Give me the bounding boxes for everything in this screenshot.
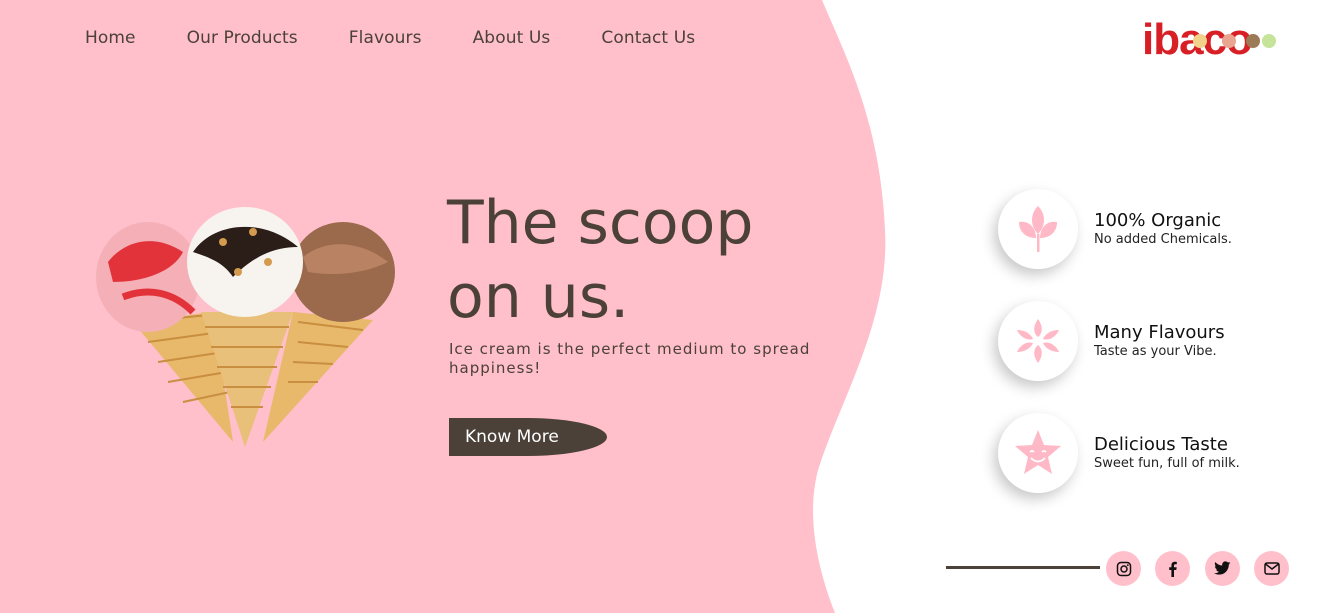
nav-home[interactable]: Home — [85, 28, 136, 48]
hero-title-line2: on us. — [447, 262, 630, 332]
ibaco-logo[interactable]: ibaco — [1142, 14, 1284, 64]
feature-flavours-circle — [998, 301, 1078, 381]
nav-our-products[interactable]: Our Products — [187, 28, 298, 48]
feature-organic-circle — [998, 189, 1078, 269]
nav-contact-us[interactable]: Contact Us — [601, 28, 695, 48]
instagram-icon — [1116, 561, 1131, 576]
feature-taste-circle — [998, 413, 1078, 493]
facebook-icon — [1168, 561, 1177, 577]
hero-subtitle: Ice cream is the perfect medium to sprea… — [449, 340, 811, 377]
feature-organic-desc: No added Chemicals. — [1094, 232, 1232, 247]
know-more-button[interactable]: Know More — [449, 418, 607, 456]
instagram-button[interactable] — [1106, 551, 1141, 586]
twitter-button[interactable] — [1205, 551, 1240, 586]
mail-icon — [1263, 562, 1280, 575]
twitter-icon — [1214, 561, 1231, 575]
feature-taste-title: Delicious Taste — [1094, 434, 1228, 455]
hero-title: The scoop on us. — [447, 186, 867, 334]
main-nav: Home Our Products Flavours About Us Cont… — [85, 28, 746, 48]
facebook-button[interactable] — [1155, 551, 1190, 586]
social-divider-line — [946, 566, 1100, 569]
feature-organic: 100% Organic No added Chemicals. — [998, 189, 1232, 269]
feature-flavours: Many Flavours Taste as your Vibe. — [998, 301, 1225, 381]
feature-flavours-title: Many Flavours — [1094, 322, 1225, 343]
nav-about-us[interactable]: About Us — [473, 28, 551, 48]
feature-taste: Delicious Taste Sweet fun, full of milk. — [998, 413, 1240, 493]
flower-icon — [1017, 319, 1059, 363]
feature-organic-title: 100% Organic — [1094, 210, 1222, 231]
nav-flavours[interactable]: Flavours — [349, 28, 422, 48]
hero-title-line1: The scoop — [447, 188, 754, 258]
feature-taste-desc: Sweet fun, full of milk. — [1094, 456, 1240, 471]
ice-cream-cones-image — [96, 207, 395, 447]
leaf-icon — [1019, 206, 1057, 252]
star-face-icon — [1015, 430, 1061, 474]
email-button[interactable] — [1254, 551, 1289, 586]
feature-flavours-desc: Taste as your Vibe. — [1094, 344, 1217, 359]
